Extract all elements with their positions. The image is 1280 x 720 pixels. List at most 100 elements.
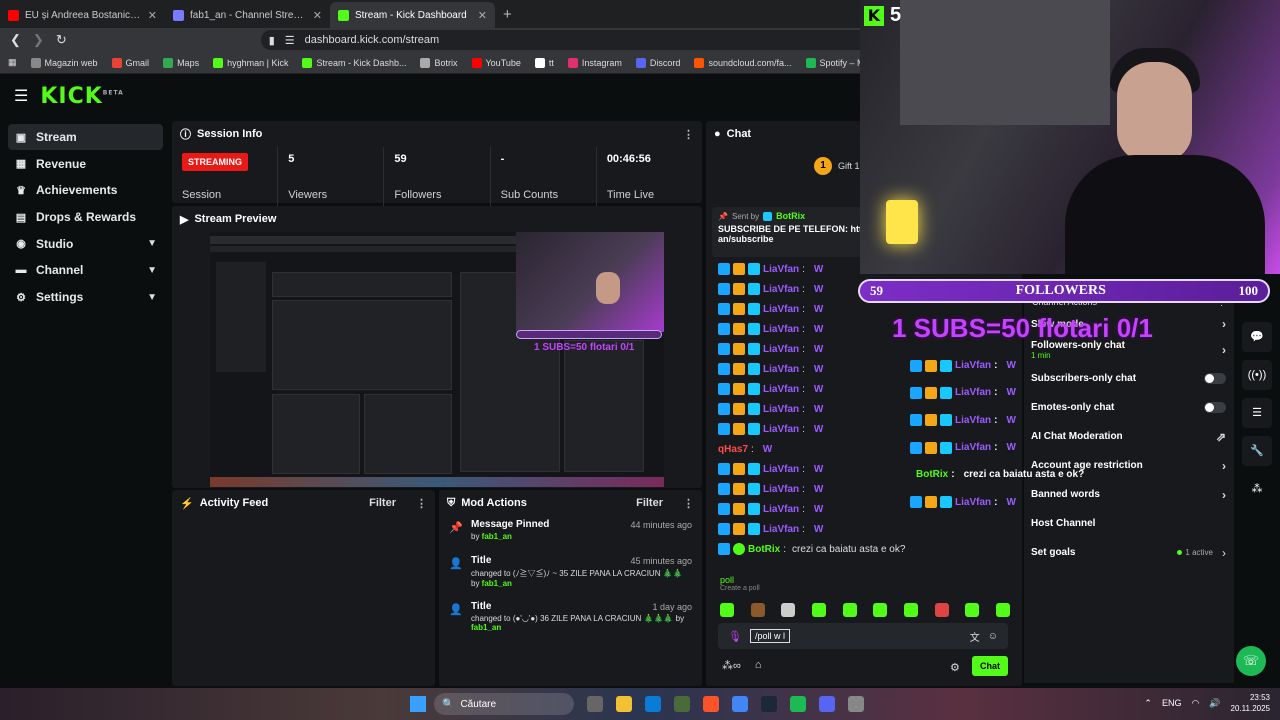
pinned-user[interactable]: BotRix	[776, 211, 805, 221]
setting-emotes-only-chat[interactable]: Emotes-only chat	[1024, 393, 1234, 422]
emote-icon[interactable]	[903, 603, 918, 617]
mod-action-user[interactable]: fab1_an	[471, 623, 501, 632]
filter-button[interactable]: Filter	[636, 497, 663, 509]
chat-username[interactable]: qHas7	[718, 444, 748, 455]
chat-settings-icon[interactable]: ⚙	[950, 661, 960, 674]
emote-icon[interactable]	[934, 603, 949, 617]
emote-icon[interactable]	[842, 603, 857, 617]
external-link-icon[interactable]: ⇗	[1216, 430, 1226, 444]
bookmark-item[interactable]: YouTube	[471, 57, 521, 68]
clock[interactable]: 23:53 20.11.2025	[1231, 692, 1270, 714]
emote-icon[interactable]	[720, 603, 734, 617]
chat-username[interactable]: BotRix	[748, 544, 780, 555]
mod-action-user[interactable]: fab1_an	[482, 579, 512, 588]
chat-username[interactable]: LiaVfan	[763, 464, 799, 475]
apps-icon[interactable]: ▦	[8, 57, 17, 68]
translate-icon[interactable]: 文	[970, 629, 980, 644]
chat-username[interactable]: LiaVfan	[763, 404, 799, 415]
points-icon[interactable]: ⁂∞	[722, 659, 741, 672]
address-bar[interactable]: ▮ ☰ dashboard.kick.com/stream	[260, 30, 921, 50]
command-suggestion[interactable]: poll Create a poll	[720, 575, 760, 592]
broadcast-icon[interactable]: ((•))	[1242, 360, 1272, 390]
brave-icon[interactable]	[703, 696, 719, 712]
site-info-icon[interactable]: ☰	[285, 34, 295, 47]
bookmark-icon[interactable]: ▮	[269, 34, 275, 47]
menu-icon[interactable]: ☰	[14, 86, 28, 106]
setting-ai-chat-moderation[interactable]: AI Chat Moderation ⇗	[1024, 422, 1234, 451]
chevron-down-icon[interactable]: ▼	[147, 238, 157, 249]
bookmark-item[interactable]: hyghman | Kick	[213, 57, 288, 68]
bookmark-item[interactable]: tt	[534, 57, 554, 68]
bookmark-item[interactable]: Gmail	[111, 57, 149, 68]
chevron-right-icon[interactable]: ›	[1222, 343, 1226, 357]
chat-message[interactable]: LiaVfan: W	[706, 519, 1022, 539]
wifi-icon[interactable]: ◠	[1191, 698, 1199, 709]
bookmark-item[interactable]: Magazin web	[30, 57, 98, 68]
setting-host-channel[interactable]: Host Channel	[1024, 509, 1234, 538]
discord-icon[interactable]	[819, 696, 835, 712]
steam-icon[interactable]	[761, 696, 777, 712]
setting-set-goals[interactable]: Set goals 1 active ›	[1024, 538, 1234, 567]
sidebar-item-achievements[interactable]: ♛ Achievements	[8, 177, 163, 203]
emote-icon[interactable]	[965, 603, 980, 617]
browser-tab[interactable]: EU și Andreea Bostanica Am Ajuns La ✕	[0, 2, 165, 28]
support-icon[interactable]: ☏	[1236, 646, 1266, 676]
bookmark-item[interactable]: soundcloud.com/fa...	[694, 57, 792, 68]
chevron-right-icon[interactable]: ›	[1222, 459, 1226, 473]
kick-logo[interactable]: KICKBETA	[40, 84, 123, 109]
taskbar-search[interactable]: 🔍 Căutare	[434, 693, 574, 715]
chat-username[interactable]: LiaVfan	[763, 364, 799, 375]
chat-username[interactable]: LiaVfan	[763, 504, 799, 515]
chat-username[interactable]: LiaVfan	[763, 284, 799, 295]
chat-username[interactable]: LiaVfan	[763, 264, 799, 275]
wrench-icon[interactable]: 🔧	[1242, 436, 1272, 466]
browser-tab[interactable]: fab1_an - Channel Streams on Kick ✕	[165, 2, 330, 28]
chat-username[interactable]: LiaVfan	[763, 384, 799, 395]
app-icon[interactable]	[587, 696, 603, 712]
chevron-right-icon[interactable]: ›	[1222, 317, 1226, 331]
windows-start-icon[interactable]	[410, 696, 426, 712]
forward-icon[interactable]: ❯	[33, 32, 44, 48]
chat-username[interactable]: LiaVfan	[763, 424, 799, 435]
close-tab-icon[interactable]: ✕	[313, 9, 322, 22]
chevron-right-icon[interactable]: ›	[1222, 488, 1226, 502]
bookmark-item[interactable]: Discord	[635, 57, 680, 68]
emoji-icon[interactable]: ☺	[988, 631, 998, 642]
new-tab-button[interactable]: +	[495, 6, 520, 28]
minecraft-icon[interactable]	[674, 696, 690, 712]
setting-subscribers-only-chat[interactable]: Subscribers-only chat	[1024, 364, 1234, 393]
chat-username[interactable]: LiaVfan	[763, 484, 799, 495]
reload-icon[interactable]: ↻	[56, 32, 67, 48]
chevron-down-icon[interactable]: ▼	[147, 265, 157, 276]
emote-icon[interactable]	[873, 603, 888, 617]
settings-app-icon[interactable]	[848, 696, 864, 712]
emote-icon[interactable]	[811, 603, 826, 617]
kebab-menu-icon[interactable]: ⋮	[683, 128, 694, 141]
sidebar-item-studio[interactable]: ◉ Studio ▼	[8, 231, 163, 257]
filter-button[interactable]: Filter	[369, 497, 396, 509]
chat-username[interactable]: LiaVfan	[763, 524, 799, 535]
mod-action-user[interactable]: fab1_an	[482, 532, 512, 541]
chat-message[interactable]: BotRix: crezi ca baiatu asta e ok?	[706, 539, 1022, 559]
sidebar-item-revenue[interactable]: ▦ Revenue	[8, 151, 163, 177]
toggle-switch[interactable]	[1204, 373, 1226, 384]
emote-icon[interactable]	[750, 603, 765, 617]
sidebar-item-stream[interactable]: ▣ Stream	[8, 124, 163, 150]
bookmark-item[interactable]: Botrix	[420, 57, 458, 68]
browser-tab[interactable]: Stream - Kick Dashboard ✕	[330, 2, 495, 28]
stream-preview-video[interactable]: 1 SUBS=50 flotari 0/1	[210, 232, 664, 487]
kebab-menu-icon[interactable]: ⋮	[683, 497, 694, 510]
volume-icon[interactable]: 🔊	[1209, 698, 1220, 709]
back-icon[interactable]: ❮	[10, 32, 21, 48]
emote-icon[interactable]	[781, 603, 796, 617]
chevron-down-icon[interactable]: ▼	[147, 292, 157, 303]
emote-icon[interactable]	[995, 603, 1010, 617]
setting-banned-words[interactable]: Banned words ›	[1024, 480, 1234, 509]
close-tab-icon[interactable]: ✕	[148, 9, 157, 22]
bookmark-item[interactable]: Instagram	[567, 57, 622, 68]
chat-input-value[interactable]: /poll w l	[749, 629, 790, 643]
spotify-icon[interactable]	[790, 696, 806, 712]
toggle-switch[interactable]	[1204, 402, 1226, 413]
chat-username[interactable]: LiaVfan	[763, 304, 799, 315]
mic-icon[interactable]: 🎙	[728, 630, 742, 643]
